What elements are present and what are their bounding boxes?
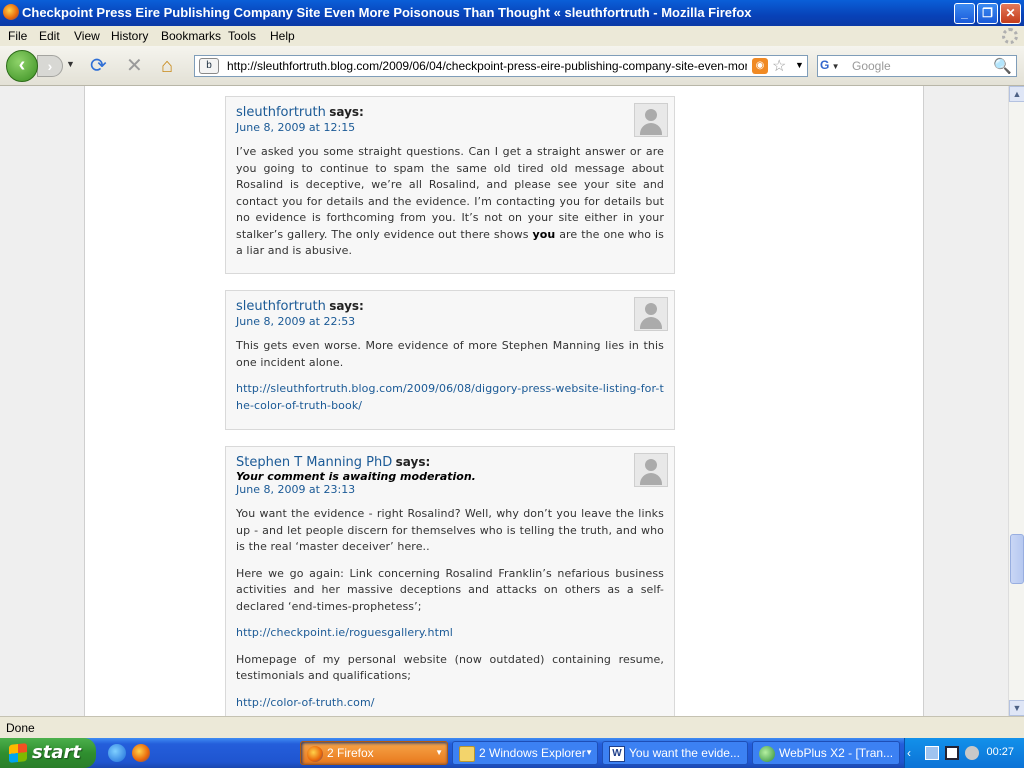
comment-date[interactable]: June 8, 2009 at 12:15: [236, 121, 664, 134]
comment-paragraph: Here we go again: Link concerning Rosali…: [236, 566, 664, 613]
internet-explorer-icon[interactable]: [108, 744, 126, 762]
taskbar-windows-explorer[interactable]: 2 Windows Explorer ▼: [452, 741, 598, 765]
taskbar-webplus[interactable]: WebPlus X2 - [Tran...: [752, 741, 900, 765]
comment-link[interactable]: http://sleuthfortruth.blog.com/2009/06/0…: [236, 382, 664, 412]
vertical-scrollbar[interactable]: ▲ ▼: [1008, 86, 1024, 716]
menu-file[interactable]: File: [8, 29, 27, 43]
content-viewport: sleuthfortruth says: June 8, 2009 at 12:…: [0, 86, 1008, 716]
reload-icon[interactable]: ⟳: [90, 56, 107, 76]
scrollbar-thumb[interactable]: [1010, 534, 1024, 584]
says-label: says:: [329, 105, 364, 119]
moderation-notice: Your comment is awaiting moderation.: [236, 470, 476, 483]
window-title: Checkpoint Press Eire Publishing Company…: [22, 5, 752, 20]
says-label: says:: [329, 299, 364, 313]
status-bar: Done: [0, 716, 1024, 738]
comment-author[interactable]: Stephen T Manning PhD: [236, 455, 392, 470]
volume-icon[interactable]: [965, 746, 979, 760]
comment-body: This gets even worse. More evidence of m…: [236, 338, 664, 414]
firefox-icon: [3, 4, 19, 20]
firefox-quicklaunch-icon[interactable]: [132, 744, 150, 762]
title-bar: Checkpoint Press Eire Publishing Company…: [0, 0, 1024, 26]
scroll-down-icon[interactable]: ▼: [1009, 700, 1024, 716]
avatar: [634, 297, 668, 331]
back-button[interactable]: ‹: [6, 50, 38, 82]
search-go-icon[interactable]: 🔍: [993, 57, 1012, 75]
webplus-icon: [759, 746, 775, 762]
comment-paragraph: This gets even worse. More evidence of m…: [236, 339, 664, 369]
comment: sleuthfortruth says: June 8, 2009 at 22:…: [225, 290, 675, 430]
site-favicon-icon[interactable]: b: [199, 58, 219, 74]
comment-paragraph: I’ve asked you some straight questions. …: [236, 145, 664, 257]
media-player-icon[interactable]: [945, 746, 959, 760]
bookmark-star-icon[interactable]: ☆: [772, 56, 786, 76]
avatar: [634, 103, 668, 137]
comment-paragraph: You want the evidence - right Rosalind? …: [236, 507, 664, 553]
menu-view[interactable]: View: [74, 29, 100, 43]
rss-feed-icon[interactable]: ◉: [752, 58, 768, 74]
url-dropdown-icon[interactable]: ▼: [795, 60, 804, 70]
firefox-icon: [307, 746, 323, 762]
menu-bookmarks[interactable]: Bookmarks: [161, 29, 221, 43]
menu-edit[interactable]: Edit: [39, 29, 60, 43]
comment-link[interactable]: http://color-of-truth.com/: [236, 696, 375, 709]
taskbar: start 2 Firefox ▼ 2 Windows Explorer ▼ W…: [0, 738, 1024, 768]
menu-history[interactable]: History: [111, 29, 148, 43]
menu-tools[interactable]: Tools: [228, 29, 256, 43]
comment-author[interactable]: sleuthfortruth: [236, 105, 326, 120]
url-bar[interactable]: b http://sleuthfortruth.blog.com/2009/06…: [194, 55, 808, 77]
search-engine-icon[interactable]: G ▼: [820, 58, 848, 74]
comment: sleuthfortruth says: June 8, 2009 at 12:…: [225, 96, 675, 274]
stop-icon[interactable]: ✕: [126, 56, 143, 76]
menu-help[interactable]: Help: [270, 29, 295, 43]
clock: 00:27: [986, 746, 1014, 758]
network-icon[interactable]: [925, 746, 939, 760]
status-text: Done: [6, 721, 35, 735]
comment: Stephen T Manning PhD says: Your comment…: [225, 446, 675, 716]
comment-author[interactable]: sleuthfortruth: [236, 299, 326, 314]
group-dropdown-icon: ▼: [585, 748, 593, 757]
menu-bar: File Edit View History Bookmarks Tools H…: [0, 26, 1024, 46]
windows-logo-icon: [9, 743, 27, 763]
group-dropdown-icon: ▼: [435, 748, 443, 757]
folder-icon: [459, 746, 475, 762]
comment-date[interactable]: June 8, 2009 at 23:13: [236, 483, 664, 496]
comment-date[interactable]: June 8, 2009 at 22:53: [236, 315, 664, 328]
search-input[interactable]: Google: [852, 59, 891, 73]
taskbar-firefox[interactable]: 2 Firefox ▼: [300, 741, 448, 765]
comment-body: You want the evidence - right Rosalind? …: [236, 506, 664, 711]
comment-body: I’ve asked you some straight questions. …: [236, 144, 664, 260]
comment-paragraph: Homepage of my personal website (now out…: [236, 652, 664, 683]
scroll-up-icon[interactable]: ▲: [1009, 86, 1024, 102]
navigation-toolbar: › ‹ ▼ ⟳ ✕ ⌂ b http://sleuthfortruth.blog…: [0, 46, 1024, 86]
throbber-icon: [1002, 28, 1018, 44]
history-dropdown-icon[interactable]: ▼: [66, 59, 75, 69]
url-input[interactable]: http://sleuthfortruth.blog.com/2009/06/0…: [227, 59, 747, 73]
home-icon[interactable]: ⌂: [161, 56, 173, 76]
search-bar[interactable]: G ▼ Google 🔍: [817, 55, 1017, 77]
word-icon: W: [609, 746, 625, 762]
minimize-button[interactable]: _: [954, 3, 975, 24]
tray-expand-icon[interactable]: ‹: [907, 746, 921, 760]
close-button[interactable]: ✕: [1000, 3, 1021, 24]
avatar: [634, 453, 668, 487]
taskbar-word-document[interactable]: W You want the evide...: [602, 741, 748, 765]
blog-page: sleuthfortruth says: June 8, 2009 at 12:…: [84, 86, 924, 716]
forward-button[interactable]: ›: [37, 55, 63, 77]
comment-link[interactable]: http://checkpoint.ie/roguesgallery.html: [236, 626, 453, 639]
says-label: says:: [395, 455, 431, 469]
maximize-button[interactable]: ❐: [977, 3, 998, 24]
start-button[interactable]: start: [0, 738, 96, 768]
system-tray: ‹ 00:27: [904, 738, 1024, 768]
